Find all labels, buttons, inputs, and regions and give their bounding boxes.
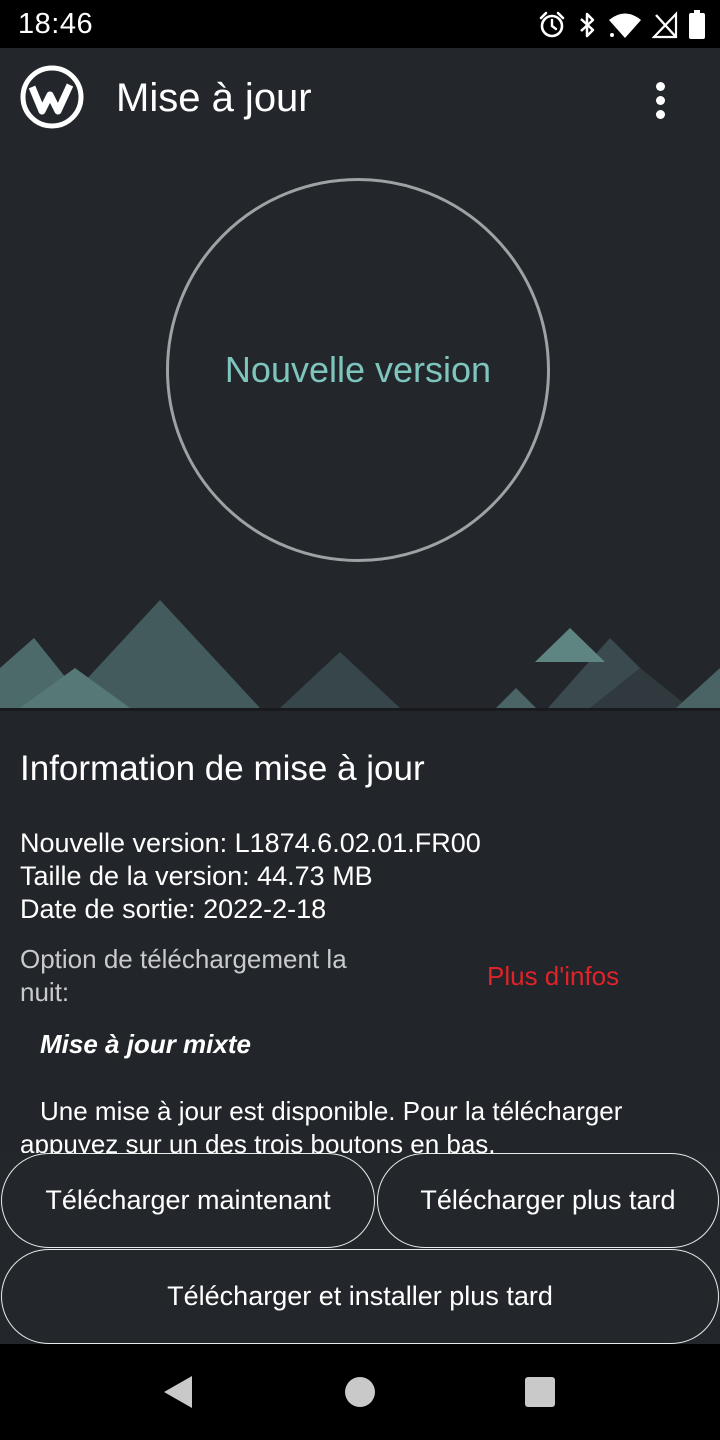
update-type: Mise à jour mixte <box>40 1029 251 1059</box>
status-time: 18:46 <box>18 8 94 40</box>
no-signal-icon <box>652 11 678 39</box>
app-bar: Mise à jour <box>0 48 720 152</box>
night-download-option-label: Option de téléchargement la nuit: <box>20 944 347 1007</box>
new-version-line: Nouvelle version: L1874.6.02.01.FR00 <box>20 828 481 858</box>
page-title: Mise à jour <box>116 76 312 120</box>
version-size-line: Taille de la version: 44.73 MB <box>20 861 373 891</box>
update-status-circle: Nouvelle version <box>166 178 550 562</box>
download-later-button[interactable]: Télécharger plus tard <box>377 1153 719 1248</box>
more-vert-icon <box>655 81 665 91</box>
status-icons <box>538 9 706 41</box>
back-icon[interactable] <box>160 1374 196 1415</box>
more-vert-dot <box>655 95 665 105</box>
update-description: Une mise à jour est disponible. Pour la … <box>20 1096 623 1153</box>
status-circle-label: Nouvelle version <box>224 349 492 390</box>
download-now-button[interactable]: Télécharger maintenant <box>1 1153 375 1248</box>
status-bar: 18:46 <box>0 0 720 48</box>
hero-area: Nouvelle version <box>0 152 720 708</box>
release-date-line: Date de sortie: 2022-2-18 <box>20 894 327 924</box>
more-options-button[interactable] <box>638 78 682 122</box>
wiko-logo-icon <box>20 65 84 129</box>
mountains-decoration <box>0 600 720 708</box>
navigation-bar <box>0 1344 720 1440</box>
more-vert-dot <box>655 109 665 119</box>
alarm-icon <box>538 11 566 39</box>
recents-icon[interactable] <box>524 1376 556 1413</box>
more-info-link[interactable]: Plus d'infos <box>487 961 619 992</box>
battery-icon <box>688 10 706 40</box>
home-icon[interactable] <box>344 1376 376 1413</box>
info-title: Information de mise à jour <box>20 749 425 788</box>
screen: 18:46 Mise à jour Nouvelle version Infor… <box>0 0 720 1440</box>
wifi-icon <box>608 11 642 39</box>
bluetooth-icon <box>576 11 598 39</box>
download-install-later-button[interactable]: Télécharger et installer plus tard <box>1 1249 719 1344</box>
update-info-panel: Information de mise à jour Nouvelle vers… <box>0 708 720 1153</box>
version-details: Nouvelle version: L1874.6.02.01.FR00 Tai… <box>20 827 481 926</box>
